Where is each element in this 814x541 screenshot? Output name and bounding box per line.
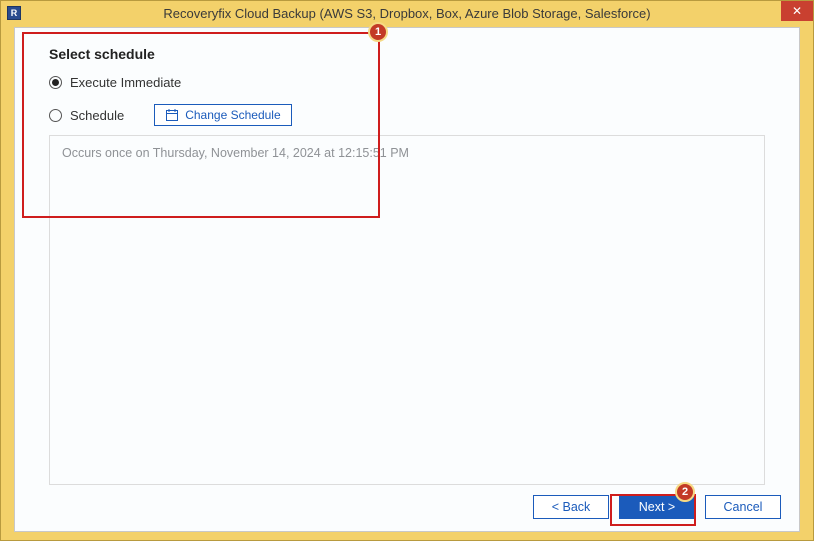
app-window: R Recoveryfix Cloud Backup (AWS S3, Drop… — [0, 0, 814, 541]
app-icon: R — [7, 6, 21, 20]
annotation-badge-1: 1 — [368, 22, 388, 42]
calendar-icon — [165, 108, 179, 122]
radio-execute-label: Execute Immediate — [70, 75, 181, 90]
change-schedule-label: Change Schedule — [185, 108, 280, 122]
radio-schedule[interactable]: Schedule Change Schedule — [49, 104, 292, 126]
schedule-info-text: Occurs once on Thursday, November 14, 20… — [62, 146, 409, 160]
back-button[interactable]: < Back — [533, 495, 609, 519]
next-button[interactable]: Next > — [619, 495, 695, 519]
window-title: Recoveryfix Cloud Backup (AWS S3, Dropbo… — [1, 6, 813, 21]
section-title: Select schedule — [49, 46, 155, 62]
wizard-buttons: < Back Next > Cancel — [533, 495, 781, 519]
change-schedule-button[interactable]: Change Schedule — [154, 104, 291, 126]
radio-execute-immediate[interactable]: Execute Immediate — [49, 75, 181, 90]
schedule-info-box: Occurs once on Thursday, November 14, 20… — [49, 135, 765, 485]
close-icon[interactable]: ✕ — [781, 1, 813, 21]
cancel-button[interactable]: Cancel — [705, 495, 781, 519]
client-area: Select schedule Execute Immediate Schedu… — [14, 27, 800, 532]
radio-schedule-label: Schedule — [70, 108, 124, 123]
radio-icon[interactable] — [49, 76, 62, 89]
titlebar: R Recoveryfix Cloud Backup (AWS S3, Drop… — [1, 1, 813, 25]
radio-icon[interactable] — [49, 109, 62, 122]
